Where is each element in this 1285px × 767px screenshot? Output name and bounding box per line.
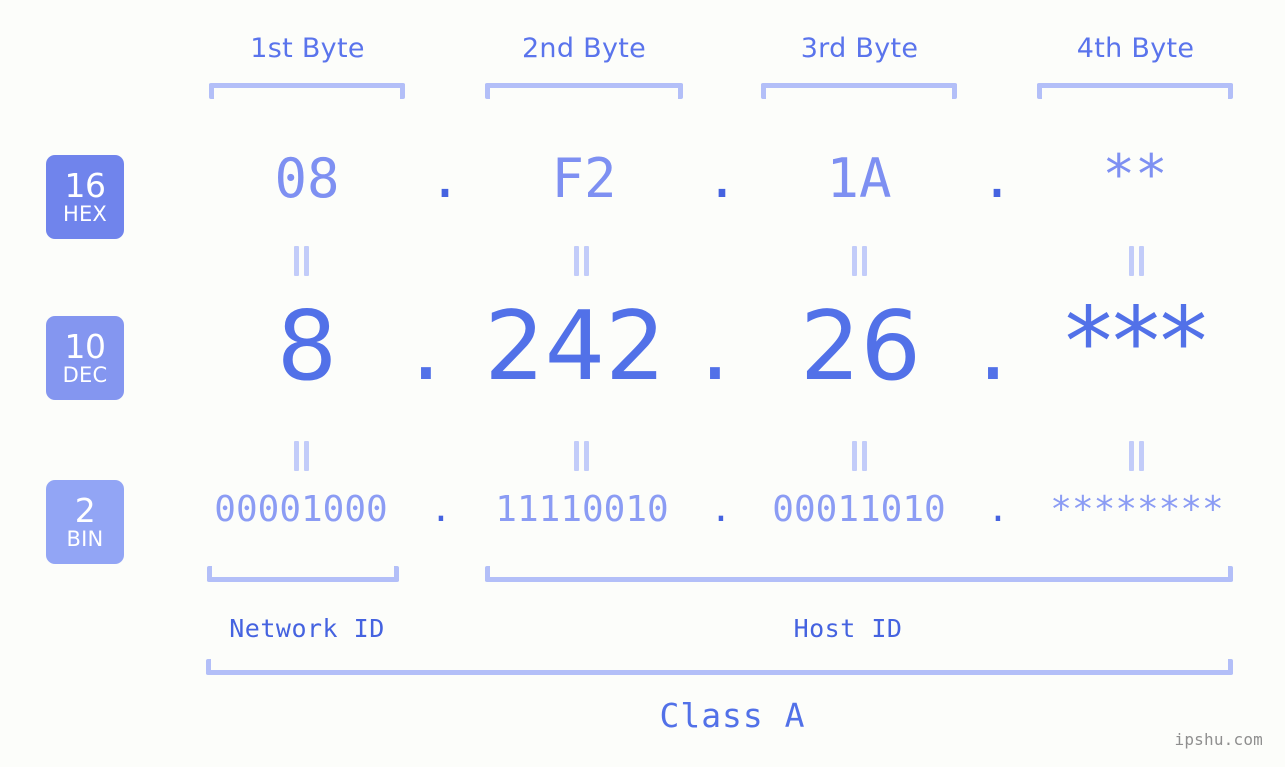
dec-byte-3: 26	[800, 292, 921, 402]
byte-header-4: 4th Byte	[1076, 33, 1195, 64]
byte-bracket-top-4	[1037, 83, 1233, 99]
dec-byte-2: 242	[484, 292, 666, 402]
dec-byte-1: 8	[276, 292, 338, 402]
network-id-label: Network ID	[229, 614, 385, 643]
network-id-bracket	[207, 566, 399, 582]
ip-byte-breakdown-diagram: 1st Byte 2nd Byte 3rd Byte 4th Byte 16 H…	[0, 0, 1285, 767]
bin-separator-3: .	[987, 489, 1009, 530]
equals-mark-hex-dec-2	[572, 246, 590, 276]
dec-separator-1: .	[410, 292, 442, 402]
dec-separator-2: .	[699, 292, 731, 402]
radix-badge-bin-label: BIN	[66, 527, 104, 551]
byte-bracket-top-2	[485, 83, 683, 99]
equals-mark-hex-dec-3	[850, 246, 868, 276]
equals-mark-hex-dec-4	[1127, 246, 1145, 276]
radix-badge-bin-number: 2	[74, 491, 96, 530]
host-id-label: Host ID	[793, 614, 903, 643]
bin-separator-2: .	[710, 489, 732, 530]
radix-badge-dec-number: 10	[64, 327, 107, 366]
hex-separator-3: .	[980, 147, 1014, 210]
radix-badge-hex: 16 HEX	[46, 155, 124, 239]
byte-header-2: 2nd Byte	[521, 33, 647, 64]
bin-separator-1: .	[430, 489, 452, 530]
dec-byte-4: ***	[1064, 288, 1208, 398]
byte-bracket-top-1	[209, 83, 405, 99]
ip-class-bracket	[206, 659, 1233, 675]
hex-byte-3: 1A	[826, 147, 892, 210]
radix-badge-dec-label: DEC	[62, 363, 108, 387]
byte-header-1: 1st Byte	[250, 33, 365, 64]
bin-byte-2: 11110010	[495, 489, 669, 530]
radix-badge-hex-label: HEX	[62, 202, 108, 226]
equals-mark-dec-bin-4	[1127, 441, 1145, 471]
ip-class-label: Class A	[659, 696, 806, 735]
radix-badge-hex-number: 16	[64, 166, 107, 205]
equals-mark-dec-bin-1	[292, 441, 310, 471]
equals-mark-hex-dec-1	[292, 246, 310, 276]
bin-byte-3: 00011010	[772, 489, 946, 530]
bin-byte-4: ********	[1050, 489, 1224, 530]
hex-byte-4: **	[1102, 143, 1168, 206]
radix-badge-dec: 10 DEC	[46, 316, 124, 400]
hex-separator-1: .	[428, 147, 462, 210]
bin-byte-1: 00001000	[214, 489, 388, 530]
byte-header-3: 3rd Byte	[800, 33, 919, 64]
hex-separator-2: .	[705, 147, 739, 210]
radix-badge-bin: 2 BIN	[46, 480, 124, 564]
equals-mark-dec-bin-3	[850, 441, 868, 471]
hex-byte-2: F2	[551, 147, 617, 210]
dec-separator-3: .	[977, 292, 1009, 402]
host-id-bracket	[485, 566, 1233, 582]
site-watermark: ipshu.com	[1174, 730, 1263, 749]
equals-mark-dec-bin-2	[572, 441, 590, 471]
hex-byte-1: 08	[274, 147, 340, 210]
byte-bracket-top-3	[761, 83, 957, 99]
